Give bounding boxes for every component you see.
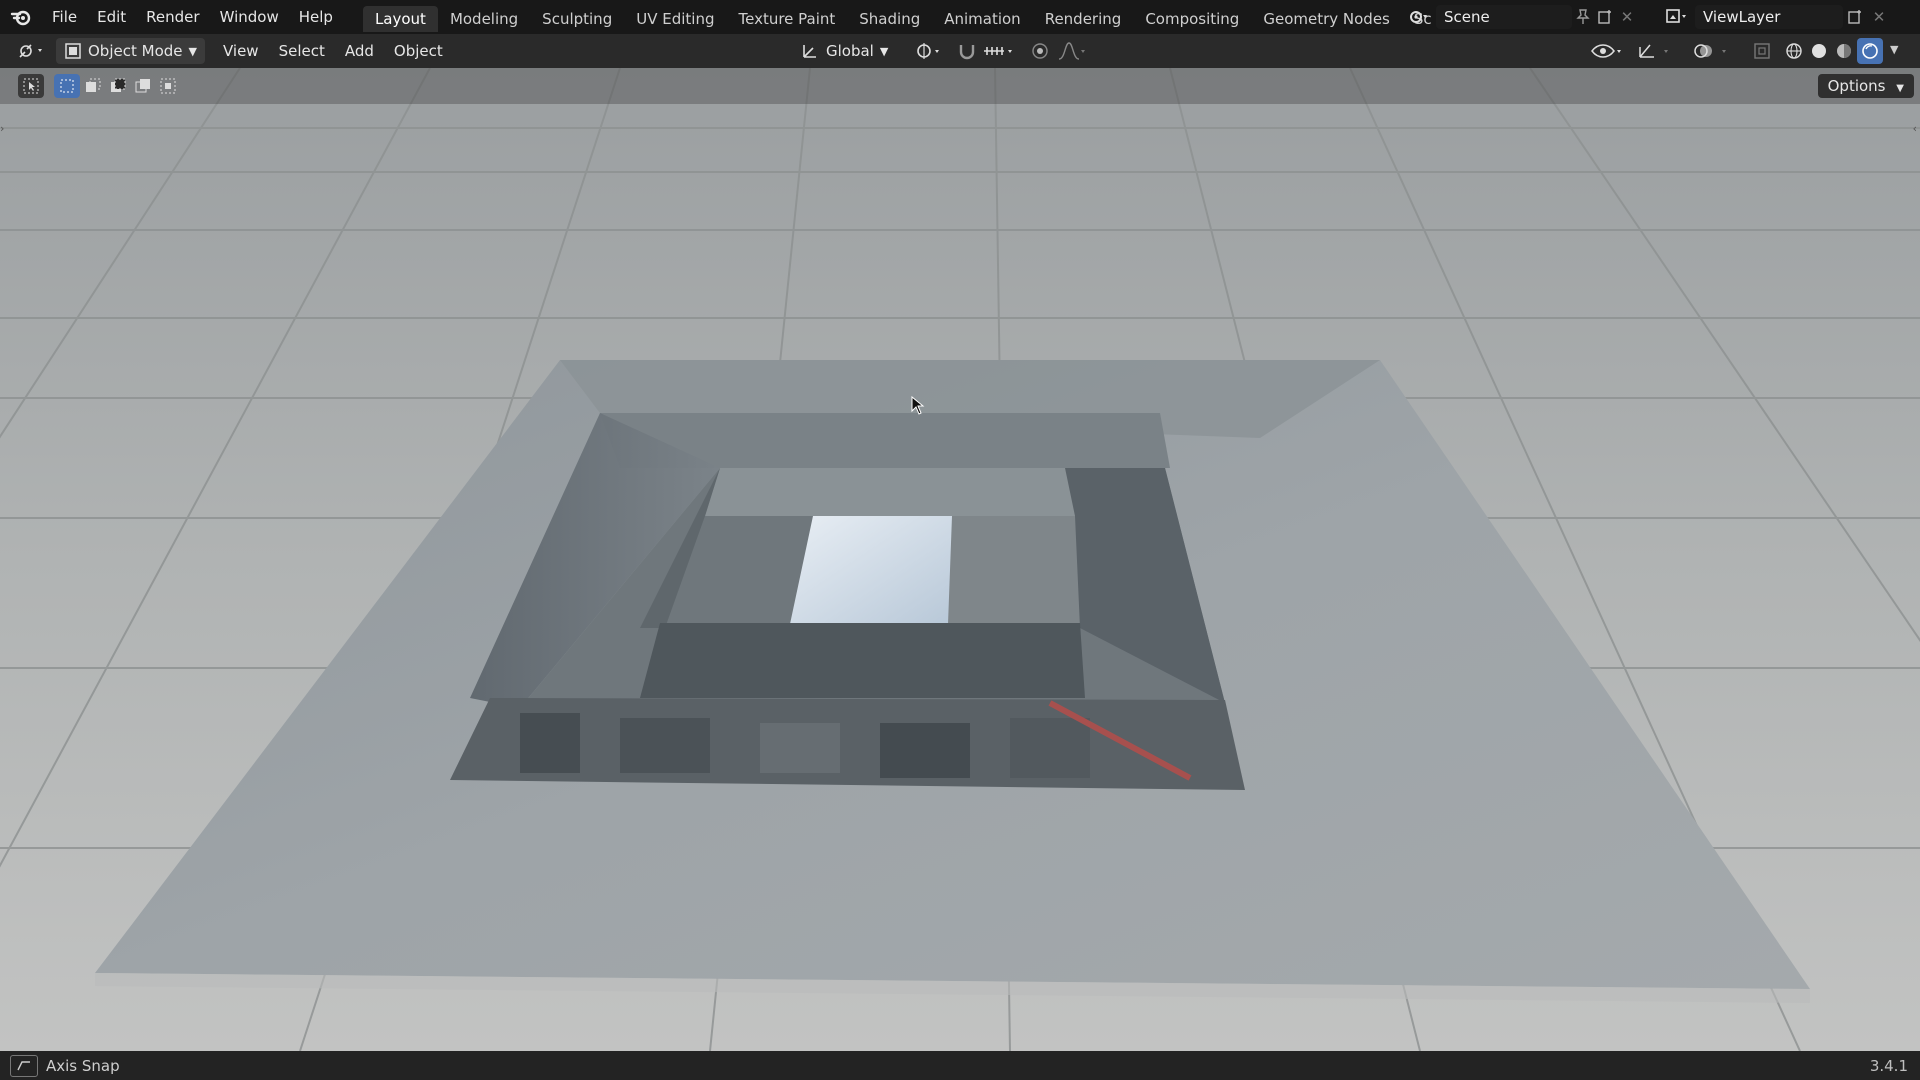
mode-dropdown[interactable]: Object Mode ▼ <box>56 38 205 64</box>
wireframe-shading-icon[interactable] <box>1782 39 1806 63</box>
select-mode-subtract-icon[interactable] <box>105 74 131 98</box>
right-panel-toggle-icon[interactable]: ‹ <box>1913 122 1917 135</box>
mouse-cursor-icon <box>911 396 925 415</box>
material-preview-icon[interactable] <box>1832 39 1856 63</box>
tool-settings-bar: Options ▼ <box>0 68 1920 104</box>
select-tool-cursor-icon[interactable] <box>18 74 44 98</box>
xray-toggle-icon[interactable] <box>1750 39 1774 63</box>
chevron-down-icon: ▼ <box>1896 83 1904 94</box>
chevron-down-icon: ▼ <box>188 44 197 58</box>
menu-file[interactable]: File <box>42 0 87 34</box>
pin-icon[interactable] <box>1572 5 1594 29</box>
workspace-tabs: Layout Modeling Sculpting UV Editing Tex… <box>362 0 1444 34</box>
new-view-layer-icon[interactable] <box>1843 5 1867 29</box>
menu-window[interactable]: Window <box>210 0 289 34</box>
orientation-axes-icon <box>803 45 816 58</box>
solid-shading-icon[interactable] <box>1807 39 1831 63</box>
scene-icon[interactable] <box>1408 5 1430 29</box>
pivot-point-icon[interactable] <box>912 39 946 63</box>
tab-compositing[interactable]: Compositing <box>1133 6 1251 32</box>
shading-options-chevron-down-icon[interactable]: ▼ <box>1890 43 1898 56</box>
snap-magnet-icon[interactable] <box>955 39 979 63</box>
status-hint-label: Axis Snap <box>46 1056 120 1075</box>
select-mode-new-icon[interactable] <box>54 74 80 98</box>
menu-edit[interactable]: Edit <box>87 0 136 34</box>
view-layer-icon[interactable] <box>1665 5 1689 29</box>
falloff-curve-icon[interactable] <box>1055 39 1091 63</box>
delete-scene-icon[interactable]: ✕ <box>1616 5 1638 29</box>
menu-select[interactable]: Select <box>269 42 335 60</box>
view-layer-selector: ViewLayer ✕ <box>1665 3 1920 30</box>
object-mode-icon <box>65 43 81 59</box>
orientation-label: Global <box>826 42 874 60</box>
status-bar: Axis Snap 3.4.1 <box>0 1051 1920 1080</box>
menu-render[interactable]: Render <box>136 0 209 34</box>
delete-view-layer-icon[interactable]: ✕ <box>1867 5 1891 29</box>
viewport-scene <box>0 68 1920 1051</box>
3d-viewport[interactable]: › ‹ <box>0 68 1920 1051</box>
tab-shading[interactable]: Shading <box>847 6 932 32</box>
tab-rendering[interactable]: Rendering <box>1033 6 1134 32</box>
select-mode-extend-icon[interactable] <box>80 74 106 98</box>
tab-animation[interactable]: Animation <box>932 6 1032 32</box>
tab-modeling[interactable]: Modeling <box>438 6 530 32</box>
select-mode-intersect-icon[interactable] <box>155 74 181 98</box>
scene-name-field[interactable]: Scene <box>1436 4 1573 29</box>
tab-uv-editing[interactable]: UV Editing <box>624 6 726 32</box>
new-scene-icon[interactable] <box>1594 5 1616 29</box>
menu-help[interactable]: Help <box>289 0 343 34</box>
menu-add[interactable]: Add <box>335 42 384 60</box>
scene-selector: Scene ✕ <box>1408 3 1638 30</box>
menu-view[interactable]: View <box>213 42 269 60</box>
snap-increment-icon[interactable] <box>980 39 1020 63</box>
tab-texture-paint[interactable]: Texture Paint <box>726 6 847 32</box>
editor-type-icon[interactable] <box>14 39 50 63</box>
select-mode-invert-icon[interactable] <box>130 74 156 98</box>
blender-logo-icon[interactable] <box>8 4 34 30</box>
proportional-editing-icon[interactable] <box>1028 39 1052 63</box>
tab-layout[interactable]: Layout <box>362 6 438 32</box>
rendered-shading-icon[interactable] <box>1857 38 1883 64</box>
mode-label: Object Mode <box>88 42 183 60</box>
gizmo-icon[interactable] <box>1634 39 1674 63</box>
status-hint: Axis Snap <box>10 1054 120 1077</box>
left-panel-toggle-icon[interactable]: › <box>0 122 4 135</box>
viewport-header: Object Mode ▼ View Select Add Object Glo… <box>0 34 1920 68</box>
keyboard-key-icon <box>10 1054 38 1077</box>
version-label: 3.4.1 <box>1869 1057 1908 1075</box>
chevron-down-icon: ▼ <box>879 44 889 58</box>
options-label: Options <box>1827 77 1886 95</box>
tab-sculpting[interactable]: Sculpting <box>530 6 624 32</box>
menu-object[interactable]: Object <box>384 42 453 60</box>
top-bar: File Edit Render Window Help Layout Mode… <box>0 0 1920 34</box>
view-layer-name-field[interactable]: ViewLayer <box>1695 4 1843 29</box>
options-dropdown[interactable]: Options ▼ <box>1817 74 1914 98</box>
overlays-icon[interactable] <box>1690 39 1734 63</box>
transform-orientation-dropdown[interactable]: Global ▼ <box>800 38 888 64</box>
visibility-eye-icon[interactable] <box>1588 39 1626 63</box>
tab-geometry-nodes[interactable]: Geometry Nodes <box>1251 6 1402 32</box>
